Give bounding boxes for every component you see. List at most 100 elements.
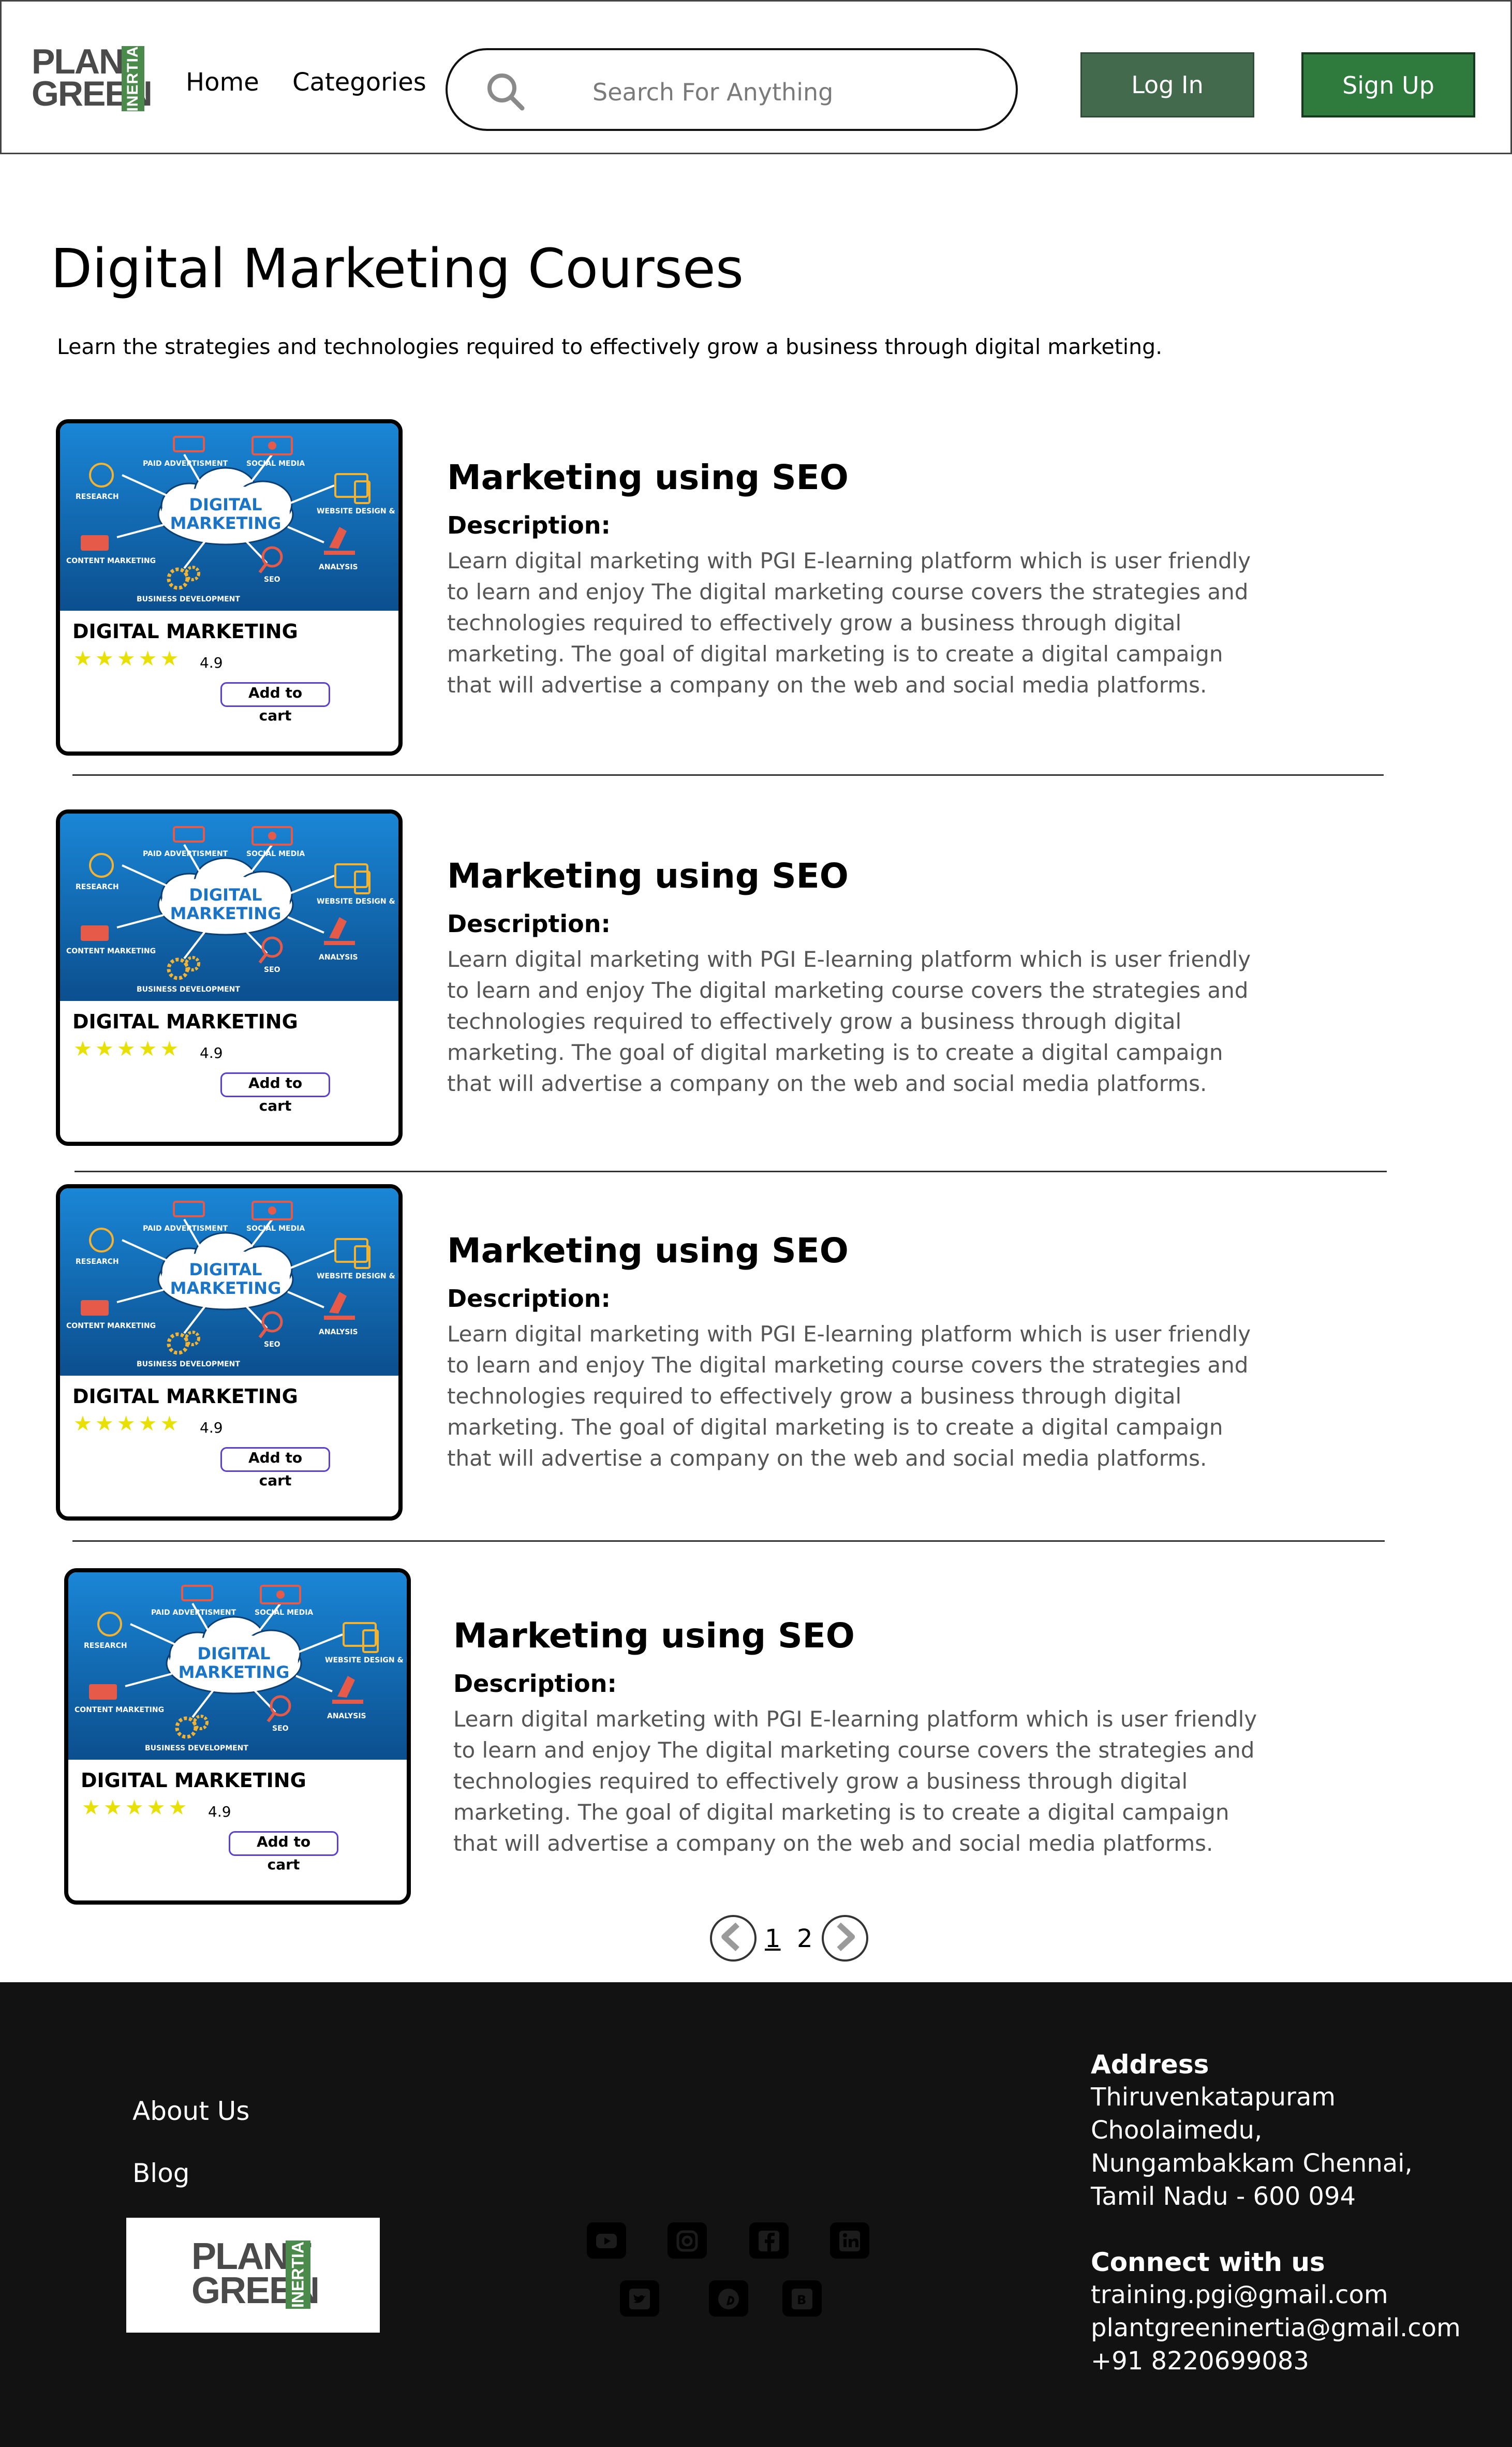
address-line-4: Tamil Nadu - 600 094 xyxy=(1091,2182,1356,2211)
card-title: DIGITAL MARKETING xyxy=(81,1769,306,1792)
course-thumbnail: DIGITAL MARKETING PAID ADVERTISMENT SOCI… xyxy=(68,1572,408,1760)
card-title: DIGITAL MARKETING xyxy=(72,1010,298,1033)
thumb-label-research: RESEARCH xyxy=(76,1258,119,1266)
logo-side-text: INERTIA xyxy=(124,46,141,112)
add-to-cart-label: Add to cart xyxy=(256,1833,311,1873)
thumb-label-business: BUSINESS DEVELOPMENT xyxy=(145,1744,248,1752)
page-2-link[interactable]: 2 xyxy=(797,1924,813,1953)
course-title[interactable]: Marketing using SEO xyxy=(453,1616,855,1656)
course-description: Learn digital marketing with PGI E-learn… xyxy=(447,548,1251,698)
thumb-label-seo: SEO xyxy=(264,966,280,974)
address-line-2: Choolaimedu, xyxy=(1091,2116,1263,2145)
thumb-label-analysis: ANALYSIS xyxy=(327,1712,366,1720)
rating-value: 4.9 xyxy=(200,654,223,671)
thumb-label-content: CONTENT MARKETING xyxy=(66,947,156,955)
add-to-cart-label: Add to cart xyxy=(248,1074,303,1114)
address-heading: Address xyxy=(1091,2050,1209,2080)
thumb-center-line1: DIGITAL xyxy=(189,1260,262,1279)
svg-text:B: B xyxy=(797,2293,806,2307)
twitter-icon[interactable] xyxy=(620,2280,659,2317)
thumb-label-analysis: ANALYSIS xyxy=(319,953,358,962)
contact-email-2[interactable]: plantgreeninertia@gmail.com xyxy=(1091,2313,1461,2342)
footer-logo-mark: PLANT GREEN INERTIA xyxy=(191,2238,320,2312)
next-page-button[interactable] xyxy=(822,1915,868,1962)
course-title[interactable]: Marketing using SEO xyxy=(447,856,849,896)
login-button[interactable]: Log In xyxy=(1080,52,1254,117)
add-to-cart-button[interactable]: Add to cart xyxy=(229,1831,338,1873)
star-rating: ★★★★★ xyxy=(73,1412,182,1436)
page-1-link[interactable]: 1 xyxy=(765,1924,781,1953)
add-to-cart-button[interactable]: Add to cart xyxy=(220,1447,330,1489)
page: PLANT GREEN INERTIA Home Categories Log … xyxy=(0,0,1512,2447)
address-line-3: Nungambakkam Chennai, xyxy=(1091,2149,1413,2178)
footer-logo[interactable]: PLANT GREEN INERTIA xyxy=(126,2218,380,2333)
site-header: PLANT GREEN INERTIA Home Categories Log … xyxy=(0,0,1512,154)
add-to-cart-button[interactable]: Add to cart xyxy=(220,1072,330,1114)
contact-phone[interactable]: +91 8220699083 xyxy=(1091,2347,1309,2376)
description-label: Description: xyxy=(453,1670,617,1698)
site-footer xyxy=(0,1982,1512,2447)
course-title[interactable]: Marketing using SEO xyxy=(447,1231,849,1271)
thumb-label-analysis: ANALYSIS xyxy=(319,1328,358,1336)
add-to-cart-button[interactable]: Add to cart xyxy=(220,682,330,724)
course-title[interactable]: Marketing using SEO xyxy=(447,458,849,497)
pinterest-icon[interactable] xyxy=(709,2280,748,2317)
contact-email-1[interactable]: training.pgi@gmail.com xyxy=(1091,2280,1388,2309)
footer-about-link[interactable]: About Us xyxy=(132,2096,249,2126)
connect-heading: Connect with us xyxy=(1091,2247,1325,2277)
search-icon[interactable] xyxy=(485,71,526,112)
thumb-center-line2: MARKETING xyxy=(170,513,281,533)
search-input[interactable] xyxy=(592,74,986,110)
thumb-center-line2: MARKETING xyxy=(170,904,281,923)
card-title: DIGITAL MARKETING xyxy=(72,620,298,643)
thumb-label-paid: PAID ADVERTISMENT xyxy=(143,850,228,858)
card-title: DIGITAL MARKETING xyxy=(72,1385,298,1408)
course-divider xyxy=(72,774,1384,776)
course-card[interactable]: DIGITAL MARKETING PAID ADVERTISMENT SOCI… xyxy=(56,809,403,1146)
search-bar[interactable] xyxy=(446,48,1018,131)
youtube-icon[interactable] xyxy=(587,2222,626,2259)
thumb-label-social: SOCIAL MEDIA xyxy=(246,460,305,468)
linkedin-icon[interactable] xyxy=(830,2222,869,2259)
thumb-label-content: CONTENT MARKETING xyxy=(66,1322,156,1330)
nav-categories[interactable]: Categories xyxy=(292,68,426,97)
thumb-label-social: SOCIAL MEDIA xyxy=(255,1609,313,1617)
thumb-center-line2: MARKETING xyxy=(170,1278,281,1298)
facebook-icon[interactable] xyxy=(749,2222,789,2259)
star-rating: ★★★★★ xyxy=(82,1796,190,1820)
thumb-label-paid: PAID ADVERTISMENT xyxy=(143,460,228,468)
prev-page-button[interactable] xyxy=(710,1915,757,1962)
thumb-label-website: WEBSITE DESIGN & DEVELOPMENT xyxy=(317,507,399,515)
thumb-label-analysis: ANALYSIS xyxy=(319,563,358,571)
course-thumbnail: DIGITAL MARKETING PAID ADVERTISMENT SOCI… xyxy=(60,1188,399,1376)
signup-button[interactable]: Sign Up xyxy=(1301,52,1475,117)
footer-logo-bar: INERTIA xyxy=(286,2240,310,2309)
thumb-label-paid: PAID ADVERTISMENT xyxy=(151,1609,236,1617)
thumb-label-website: WEBSITE DESIGN & DEVELOPMENT xyxy=(317,897,399,906)
thumb-center-line1: DIGITAL xyxy=(189,495,262,514)
nav-home[interactable]: Home xyxy=(186,68,259,97)
page-subtitle: Learn the strategies and technologies re… xyxy=(57,334,1163,359)
blogger-icon[interactable]: B xyxy=(782,2280,822,2317)
thumb-label-website: WEBSITE DESIGN & DEVELOPMENT xyxy=(317,1272,399,1280)
course-thumbnail: DIGITAL MARKETING PAID ADVERTISMENT SOCI… xyxy=(60,423,399,611)
thumb-label-seo: SEO xyxy=(272,1724,289,1733)
course-description: Learn digital marketing with PGI E-learn… xyxy=(447,947,1251,1096)
thumb-label-social: SOCIAL MEDIA xyxy=(246,850,305,858)
site-logo[interactable]: PLANT GREEN INERTIA xyxy=(32,44,153,113)
course-card[interactable]: DIGITAL MARKETING PAID ADVERTISMENT SOCI… xyxy=(64,1568,411,1905)
rating-value: 4.9 xyxy=(208,1803,231,1820)
footer-blog-link[interactable]: Blog xyxy=(132,2158,190,2188)
course-card[interactable]: DIGITAL MARKETING PAID ADVERTISMENT SOCI… xyxy=(56,1184,403,1521)
rating-value: 4.9 xyxy=(200,1419,223,1436)
description-label: Description: xyxy=(447,511,611,539)
thumb-center-line2: MARKETING xyxy=(179,1662,290,1682)
course-card[interactable]: DIGITAL MARKETING PAID ADVERTISMENT SOCI… xyxy=(56,419,403,756)
course-description: Learn digital marketing with PGI E-learn… xyxy=(447,1321,1251,1471)
chevron-right-icon xyxy=(837,1922,855,1951)
thumb-label-website: WEBSITE DESIGN & DEVELOPMENT xyxy=(325,1656,408,1664)
add-to-cart-label: Add to cart xyxy=(248,1449,303,1489)
rating-value: 4.9 xyxy=(200,1044,223,1062)
instagram-icon[interactable] xyxy=(668,2222,707,2259)
thumb-center-line1: DIGITAL xyxy=(197,1644,270,1663)
